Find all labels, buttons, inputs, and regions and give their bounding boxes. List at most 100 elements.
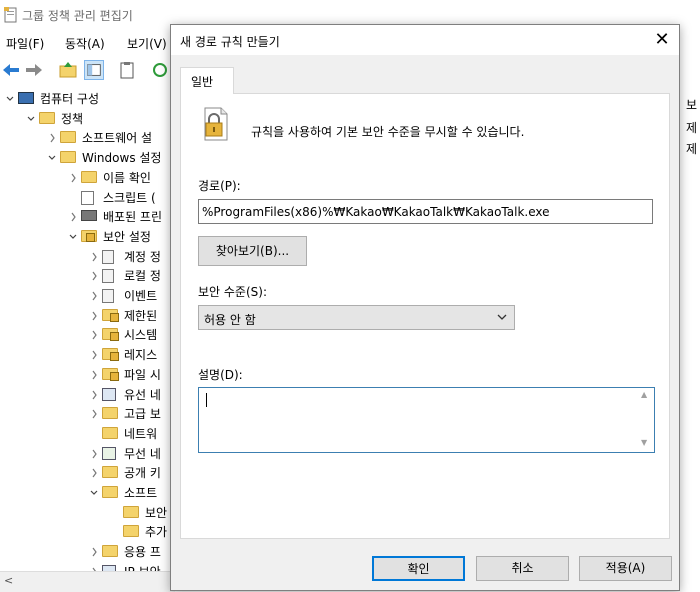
tree-item-label: 계정 정: [124, 249, 161, 264]
folder-icon: [60, 151, 76, 164]
folder-icon: [102, 466, 118, 479]
path-label: 경로(P):: [198, 179, 241, 193]
menu-view[interactable]: 보기(V): [127, 35, 167, 52]
expand-down-icon[interactable]: [67, 227, 79, 255]
app-title: 그룹 정책 관리 편집기: [22, 9, 133, 23]
computer-icon: [18, 92, 34, 105]
tree-item-label: IP 보안: [124, 562, 161, 571]
folder-icon: [102, 407, 118, 420]
tree-item-label: 제한된: [124, 308, 158, 323]
policy-icon: [102, 269, 118, 284]
folder-lock-icon: [102, 308, 119, 322]
rule-description-text: 규칙을 사용하여 기본 보안 수준을 무시할 수 있습니다.: [251, 125, 525, 139]
expand-down-icon[interactable]: [88, 483, 100, 511]
script-icon: [81, 190, 97, 205]
expand-down-icon[interactable]: [4, 89, 16, 117]
cancel-button[interactable]: 취소: [476, 556, 569, 581]
folder-icon: [102, 486, 118, 499]
folder-icon: [123, 525, 139, 538]
chart-icon: [102, 446, 118, 460]
tree-item-label: 추가: [145, 525, 168, 540]
lock-document-icon: [204, 107, 228, 141]
policy-icon: [102, 249, 118, 264]
tree-item-label: 컴퓨터 구성: [40, 92, 100, 106]
right-pane-item: 보: [686, 98, 698, 112]
security-icon: [81, 229, 97, 243]
tab-general[interactable]: 일반: [180, 67, 234, 94]
tree-item-label: 이벤트: [124, 289, 158, 303]
security-level-select[interactable]: 허용 안 함: [198, 305, 515, 330]
folder-icon: [81, 170, 97, 184]
expand-down-icon[interactable]: [25, 109, 37, 137]
expand-down-icon[interactable]: [46, 148, 58, 176]
ok-button[interactable]: 확인: [372, 556, 465, 581]
policy-icon: [102, 289, 118, 303]
tree-item-label: 고급 보: [124, 407, 161, 422]
dialog-title: 새 경로 규칙 만들기: [180, 35, 280, 49]
scroll-left-icon[interactable]: <: [4, 574, 13, 587]
tree-item-label: 배포된 프린: [103, 210, 163, 225]
close-icon[interactable]: ✕: [649, 28, 675, 52]
tree-item-label: 파일 시: [124, 367, 161, 382]
tab-general-label: 일반: [191, 75, 214, 89]
path-value: %ProgramFiles(x86)%₩Kakao₩KakaoTalk₩Kaka…: [202, 205, 550, 219]
tree-item-label: 정책: [61, 111, 84, 126]
show-hide-tree-icon[interactable]: [84, 60, 104, 80]
up-folder-icon[interactable]: [58, 60, 78, 80]
network-icon: [102, 387, 118, 401]
scroll-down-icon[interactable]: ▼: [641, 438, 647, 447]
description-label: 설명(D):: [198, 368, 243, 382]
tree-item-label: 소프트: [124, 486, 158, 500]
tree-item-label: 유선 네: [124, 387, 161, 402]
forward-arrow-icon[interactable]: [24, 60, 44, 80]
path-input[interactable]: %ProgramFiles(x86)%₩Kakao₩KakaoTalk₩Kaka…: [198, 199, 653, 224]
security-level-label: 보안 수준(S):: [198, 285, 267, 299]
description-textarea[interactable]: ▲ ▼: [198, 387, 655, 453]
tree-item-label: 네트워: [124, 426, 158, 441]
tree-item-label: 보안 설정: [103, 229, 151, 244]
folder-lock-icon: [102, 328, 119, 342]
right-pane-item: 제: [686, 121, 698, 135]
back-arrow-icon[interactable]: [1, 60, 21, 80]
tree-item-label: 로컬 정: [124, 269, 161, 284]
expand-right-icon[interactable]: [88, 404, 100, 432]
expand-right-icon[interactable]: [67, 168, 79, 196]
folder-lock-icon: [102, 367, 119, 381]
tree-item-label: 보안: [145, 505, 168, 520]
dialog-titlebar: 새 경로 규칙 만들기 ✕: [171, 25, 679, 55]
right-pane-item: 제: [686, 142, 698, 156]
expand-right-icon[interactable]: [88, 562, 100, 571]
folder-icon: [60, 131, 76, 144]
refresh-icon[interactable]: [150, 60, 170, 80]
scroll-up-icon[interactable]: ▲: [641, 390, 647, 399]
tab-panel: 규칙을 사용하여 기본 보안 수준을 무시할 수 있습니다. 경로(P): %P…: [180, 93, 670, 539]
tree-item-label: 시스템: [124, 328, 158, 343]
tree-item-label: 레지스: [124, 348, 158, 363]
folder-lock-icon: [102, 348, 119, 362]
tree-item-label: 응용 프: [124, 545, 161, 560]
clipboard-icon[interactable]: [117, 60, 137, 80]
tree-item-label: 공개 키: [124, 466, 161, 481]
menu-file[interactable]: 파일(F): [6, 35, 44, 52]
browse-button[interactable]: 찾아보기(B)...: [198, 236, 307, 266]
printer-icon: [81, 210, 97, 223]
app-icon: [4, 7, 17, 23]
folder-icon: [39, 111, 55, 125]
horizontal-scrollbar[interactable]: <: [0, 571, 175, 592]
tree-item-label: 스크립트 (: [103, 190, 156, 205]
folder-icon: [123, 505, 139, 519]
tree-item-label: 이름 확인: [103, 170, 151, 185]
apply-button[interactable]: 적용(A): [579, 556, 672, 581]
tree-view: 컴퓨터 구성정책소프트웨어 설 Windows 설정이름 확인스크립트 ( 배포된 …: [0, 86, 175, 571]
tree-item-label: 소프트웨어 설: [82, 131, 153, 146]
menu-action[interactable]: 동작(A): [65, 35, 105, 52]
tree-item-label: Windows 설정: [82, 151, 162, 166]
security-level-value: 허용 안 함: [204, 313, 256, 327]
chevron-down-icon: [497, 314, 507, 320]
tree-item-label: 무선 네: [124, 446, 161, 461]
new-path-rule-dialog: 새 경로 규칙 만들기 ✕ 일반 규칙을 사용하여 기본 보안 수준을 무시할 …: [170, 24, 680, 591]
textarea-scrollbar[interactable]: ▲ ▼: [637, 388, 654, 452]
text-caret: [206, 393, 207, 407]
folder-icon: [102, 545, 118, 558]
folder-icon: [102, 426, 118, 440]
